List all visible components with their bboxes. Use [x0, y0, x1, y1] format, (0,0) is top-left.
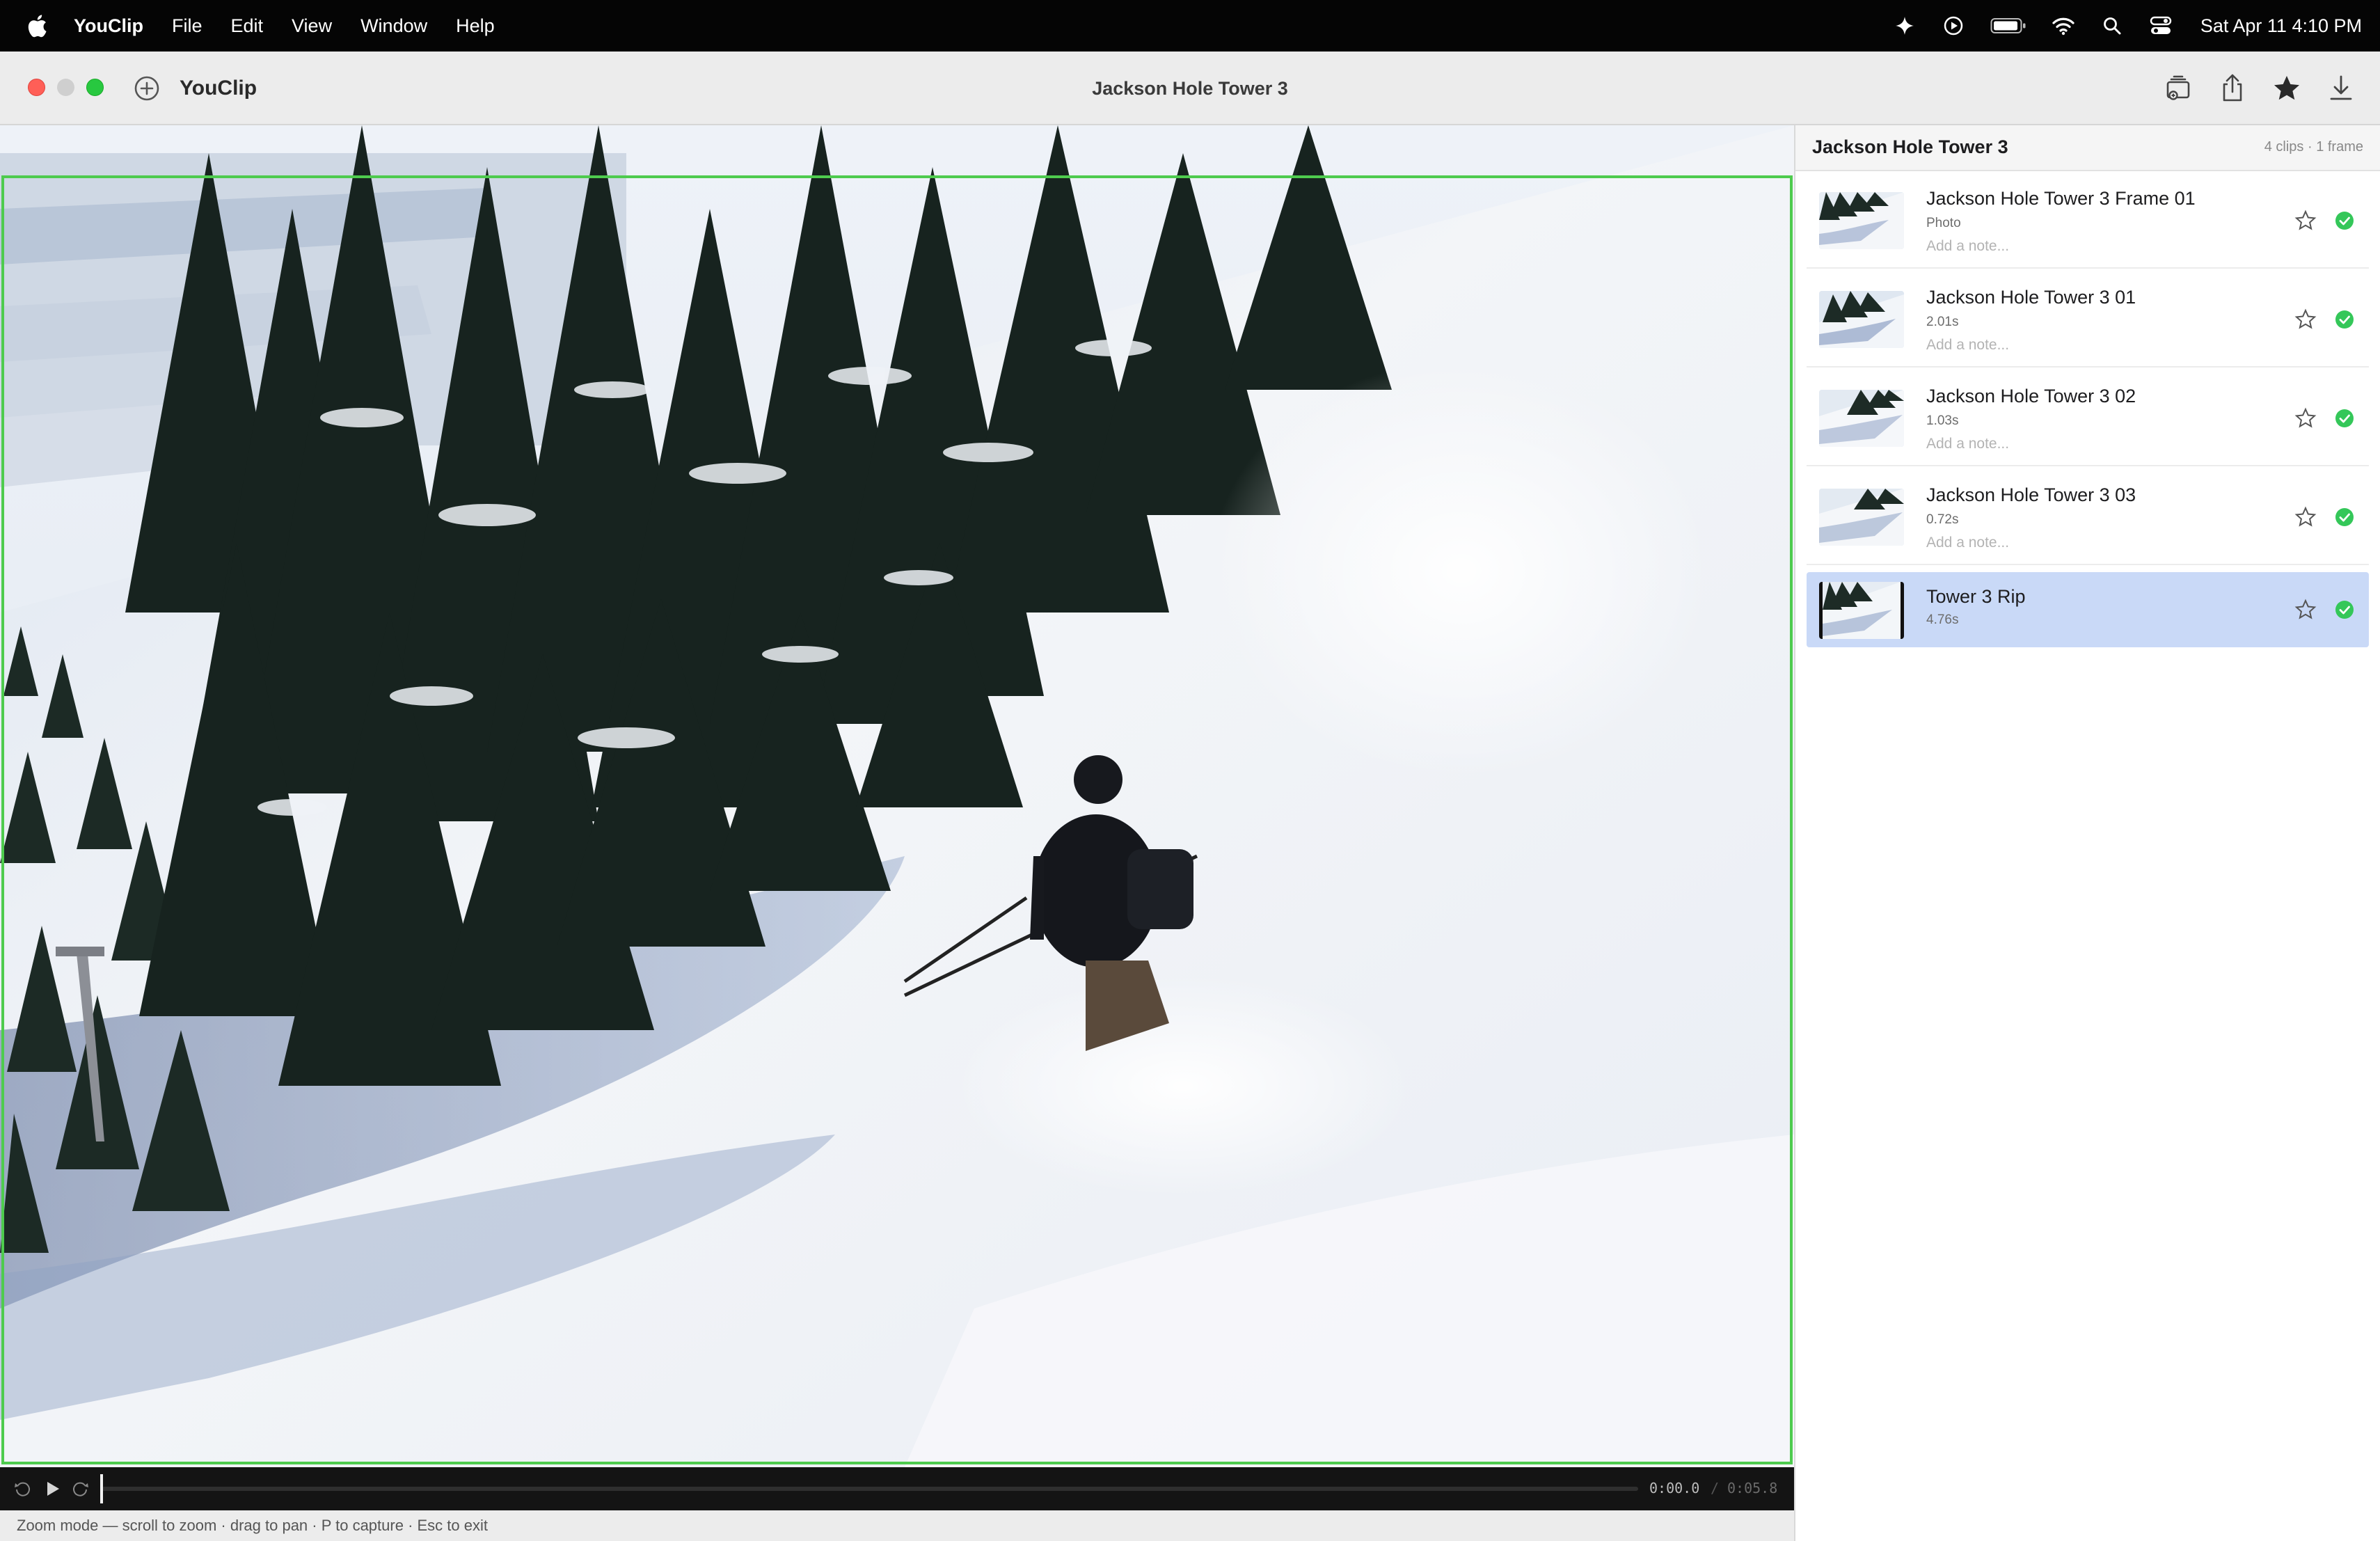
timecode-separator: /	[1711, 1480, 1720, 1496]
rewind-icon[interactable]	[13, 1478, 33, 1499]
download-icon[interactable]	[2323, 70, 2359, 106]
window-titlebar: YouClip Jackson Hole Tower 3	[0, 52, 2380, 125]
star-outline-icon[interactable]	[2294, 598, 2317, 622]
close-window-button[interactable]	[28, 79, 45, 96]
play-icon[interactable]	[42, 1478, 63, 1499]
timeline-scrubber[interactable]	[102, 1487, 1638, 1491]
clip-duration: 1.03s	[1926, 413, 1959, 428]
clip-row[interactable]: Jackson Hole Tower 3 02 1.03s Add a note…	[1807, 370, 2369, 466]
clip-thumbnail	[1819, 390, 1904, 447]
star-outline-icon[interactable]	[2294, 406, 2317, 430]
clip-row-selected[interactable]: Tower 3 Rip 4.76s	[1807, 572, 2369, 647]
clip-duration: 4.76s	[1926, 613, 1959, 627]
toolbar-actions	[2142, 70, 2359, 106]
sidebar-title: Jackson Hole Tower 3	[1812, 136, 2008, 157]
status-area: Sat Apr 11 4:10 PM	[1868, 0, 2362, 52]
checkmark-circle-icon[interactable]	[2334, 408, 2355, 429]
menu-edit[interactable]: Edit	[231, 15, 264, 37]
clip-thumbnail	[1819, 582, 1904, 639]
clip-name[interactable]: Tower 3 Rip	[1926, 586, 2026, 608]
star-outline-icon[interactable]	[2294, 505, 2317, 529]
menu-view[interactable]: View	[292, 15, 332, 37]
menu-file[interactable]: File	[172, 15, 203, 37]
star-outline-icon[interactable]	[2294, 209, 2317, 232]
clip-thumbnail	[1819, 291, 1904, 348]
playback-controls: 0:00.0 / 0:05.8	[0, 1467, 1794, 1510]
apple-menu-icon[interactable]	[26, 14, 47, 38]
duration-timecode: 0:05.8	[1727, 1480, 1778, 1496]
zoom-window-button[interactable]	[86, 79, 104, 96]
play-circle-icon[interactable]	[1942, 14, 1965, 38]
clip-duration: 2.01s	[1926, 315, 1959, 329]
clip-duration: 0.72s	[1926, 512, 1959, 527]
clip-name[interactable]: Jackson Hole Tower 3 01	[1926, 287, 2136, 308]
sidebar-header: Jackson Hole Tower 3 4 clips · 1 frame	[1795, 125, 2380, 171]
window-controls	[28, 79, 116, 96]
clip-thumbnail	[1819, 489, 1904, 546]
clip-sidebar: Jackson Hole Tower 3 4 clips · 1 frame J…	[1794, 125, 2380, 1541]
sidebar-meta: 4 clips · 1 frame	[2264, 139, 2363, 155]
wifi-icon[interactable]	[2052, 14, 2075, 38]
import-icon[interactable]	[2160, 70, 2196, 106]
menu-help[interactable]: Help	[456, 15, 495, 37]
minimize-window-button[interactable]	[57, 79, 74, 96]
playhead[interactable]	[100, 1474, 103, 1503]
current-timecode: 0:00.0	[1649, 1480, 1700, 1496]
checkmark-circle-icon[interactable]	[2334, 599, 2355, 620]
clip-duration: Photo	[1926, 216, 1961, 230]
forward-icon[interactable]	[70, 1478, 90, 1499]
clip-row[interactable]: Jackson Hole Tower 3 01 2.01s Add a note…	[1807, 271, 2369, 368]
window-title: Jackson Hole Tower 3	[1092, 78, 1288, 99]
add-circle-icon[interactable]	[134, 75, 160, 102]
control-center-icon[interactable]	[2149, 14, 2173, 38]
window-app-label: YouClip	[180, 77, 257, 100]
clip-note-field[interactable]: Add a note...	[1926, 436, 2009, 452]
menu-bar: YouClip File Edit View Window Help Sat A…	[0, 0, 2380, 52]
status-hint: Zoom mode — scroll to zoom · drag to pan…	[0, 1510, 1794, 1541]
checkmark-circle-icon[interactable]	[2334, 309, 2355, 330]
battery-icon[interactable]	[1990, 14, 2026, 38]
star-outline-icon[interactable]	[2294, 308, 2317, 331]
menu-window[interactable]: Window	[360, 15, 427, 37]
clip-note-field[interactable]: Add a note...	[1926, 535, 2009, 551]
clip-note-field[interactable]: Add a note...	[1926, 238, 2009, 255]
menu-clock[interactable]: Sat Apr 11 4:10 PM	[2200, 15, 2362, 37]
star-icon[interactable]	[2269, 70, 2305, 106]
search-icon[interactable]	[2100, 14, 2124, 38]
checkmark-circle-icon[interactable]	[2334, 210, 2355, 231]
clip-note-field[interactable]: Add a note...	[1926, 337, 2009, 354]
menu-app-name[interactable]: YouClip	[74, 15, 143, 37]
clip-name[interactable]: Jackson Hole Tower 3 03	[1926, 484, 2136, 506]
clip-name[interactable]: Jackson Hole Tower 3 Frame 01	[1926, 188, 2196, 210]
sparkle-icon[interactable]	[1893, 14, 1917, 38]
clip-thumbnail	[1819, 192, 1904, 249]
clip-row[interactable]: Jackson Hole Tower 3 03 0.72s Add a note…	[1807, 469, 2369, 565]
capture-region-outline[interactable]	[1, 175, 1793, 1464]
video-viewer[interactable]	[0, 125, 1794, 1467]
clip-name[interactable]: Jackson Hole Tower 3 02	[1926, 386, 2136, 407]
clip-row[interactable]: Jackson Hole Tower 3 Frame 01 Photo Add …	[1807, 173, 2369, 269]
share-icon[interactable]	[2214, 70, 2251, 106]
checkmark-circle-icon[interactable]	[2334, 507, 2355, 528]
